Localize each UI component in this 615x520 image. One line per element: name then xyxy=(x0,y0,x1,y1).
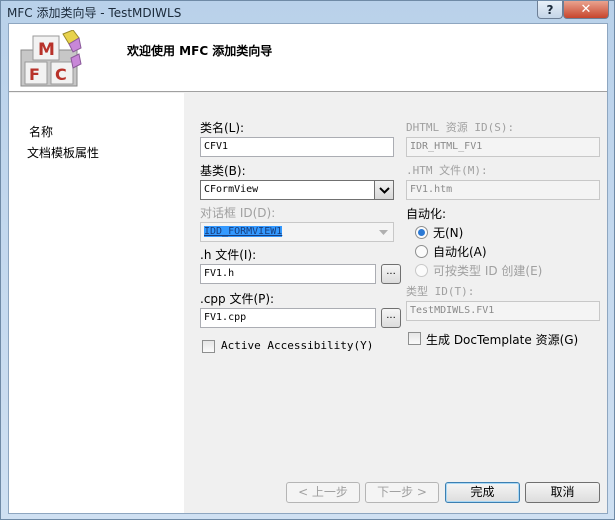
active-accessibility-checkbox[interactable] xyxy=(202,340,215,353)
htm-file-input: FV1.htm xyxy=(406,180,600,200)
dialog-client-area: M F C 欢迎使用 MFC 添加类向导 名称 文档模板属性 类名(L): CF… xyxy=(8,23,608,514)
wizard-sidebar: 名称 文档模板属性 xyxy=(9,93,184,513)
sidebar-item-doc-template[interactable]: 文档模板属性 xyxy=(27,144,99,161)
dhtml-id-input: IDR_HTML_FV1 xyxy=(406,137,600,157)
dhtml-id-label: DHTML 资源 ID(S): xyxy=(406,121,515,134)
base-class-value: CFormView xyxy=(204,184,259,195)
active-accessibility-label: Active Accessibility(Y) xyxy=(221,339,374,352)
base-class-select[interactable]: CFormView xyxy=(200,180,394,200)
title-bar[interactable]: MFC 添加类向导 - TestMDIWLS ? ✕ xyxy=(1,1,614,23)
cpp-file-label: .cpp 文件(P): xyxy=(200,292,275,306)
help-button[interactable]: ? xyxy=(537,1,563,19)
banner-title: 欢迎使用 MFC 添加类向导 xyxy=(127,44,273,58)
logo-letter-c: C xyxy=(55,65,67,84)
close-button[interactable]: ✕ xyxy=(563,1,609,19)
mfc-logo-icon: M F C xyxy=(20,30,82,87)
base-class-label: 基类(B): xyxy=(200,164,246,178)
sidebar-item-name[interactable]: 名称 xyxy=(29,123,53,140)
chevron-down-icon xyxy=(374,223,393,241)
back-button: < 上一步 xyxy=(286,482,360,503)
cpp-file-browse-button[interactable]: ... xyxy=(381,308,401,328)
wizard-banner: M F C 欢迎使用 MFC 添加类向导 xyxy=(9,24,607,92)
h-file-label: .h 文件(I): xyxy=(200,248,257,262)
doc-template-checkbox[interactable] xyxy=(408,332,421,345)
wizard-window: MFC 添加类向导 - TestMDIWLS ? ✕ M F C 欢迎使用 MF… xyxy=(0,0,615,520)
cancel-button[interactable]: 取消 xyxy=(525,482,600,503)
cpp-file-input[interactable]: FV1.cpp xyxy=(200,308,376,328)
h-file-browse-button[interactable]: ... xyxy=(381,264,401,284)
automation-none-label: 无(N) xyxy=(433,226,464,240)
automation-auto-label: 自动化(A) xyxy=(433,245,487,259)
automation-label: 自动化: xyxy=(406,207,447,221)
htm-file-label: .HTM 文件(M): xyxy=(406,164,488,177)
doc-template-label: 生成 DocTemplate 资源(G) xyxy=(426,333,579,347)
h-file-input[interactable]: FV1.h xyxy=(200,264,376,284)
logo-letter-f: F xyxy=(29,65,40,84)
dialog-id-label: 对话框 ID(D): xyxy=(200,206,276,220)
window-title: MFC 添加类向导 - TestMDIWLS xyxy=(7,6,182,20)
class-name-label: 类名(L): xyxy=(200,121,245,135)
next-button: 下一步 > xyxy=(365,482,439,503)
chevron-down-icon[interactable] xyxy=(374,181,393,199)
wizard-form: 类名(L): CFV1 基类(B): CFormView 对话框 ID(D): … xyxy=(184,93,607,513)
automation-none-radio[interactable] xyxy=(415,226,428,239)
automation-createable-label: 可按类型 ID 创建(E) xyxy=(433,264,543,278)
class-name-input[interactable]: CFV1 xyxy=(200,137,394,157)
logo-letter-m: M xyxy=(38,40,55,60)
finish-button[interactable]: 完成 xyxy=(445,482,520,503)
automation-auto-radio[interactable] xyxy=(415,245,428,258)
type-id-label: 类型 ID(T): xyxy=(406,285,475,298)
type-id-input: TestMDIWLS.FV1 xyxy=(406,301,600,321)
dialog-id-value: IDD_FORMVIEW1 xyxy=(204,226,283,237)
automation-createable-radio xyxy=(415,264,428,277)
dialog-id-select: IDD_FORMVIEW1 xyxy=(200,222,394,242)
